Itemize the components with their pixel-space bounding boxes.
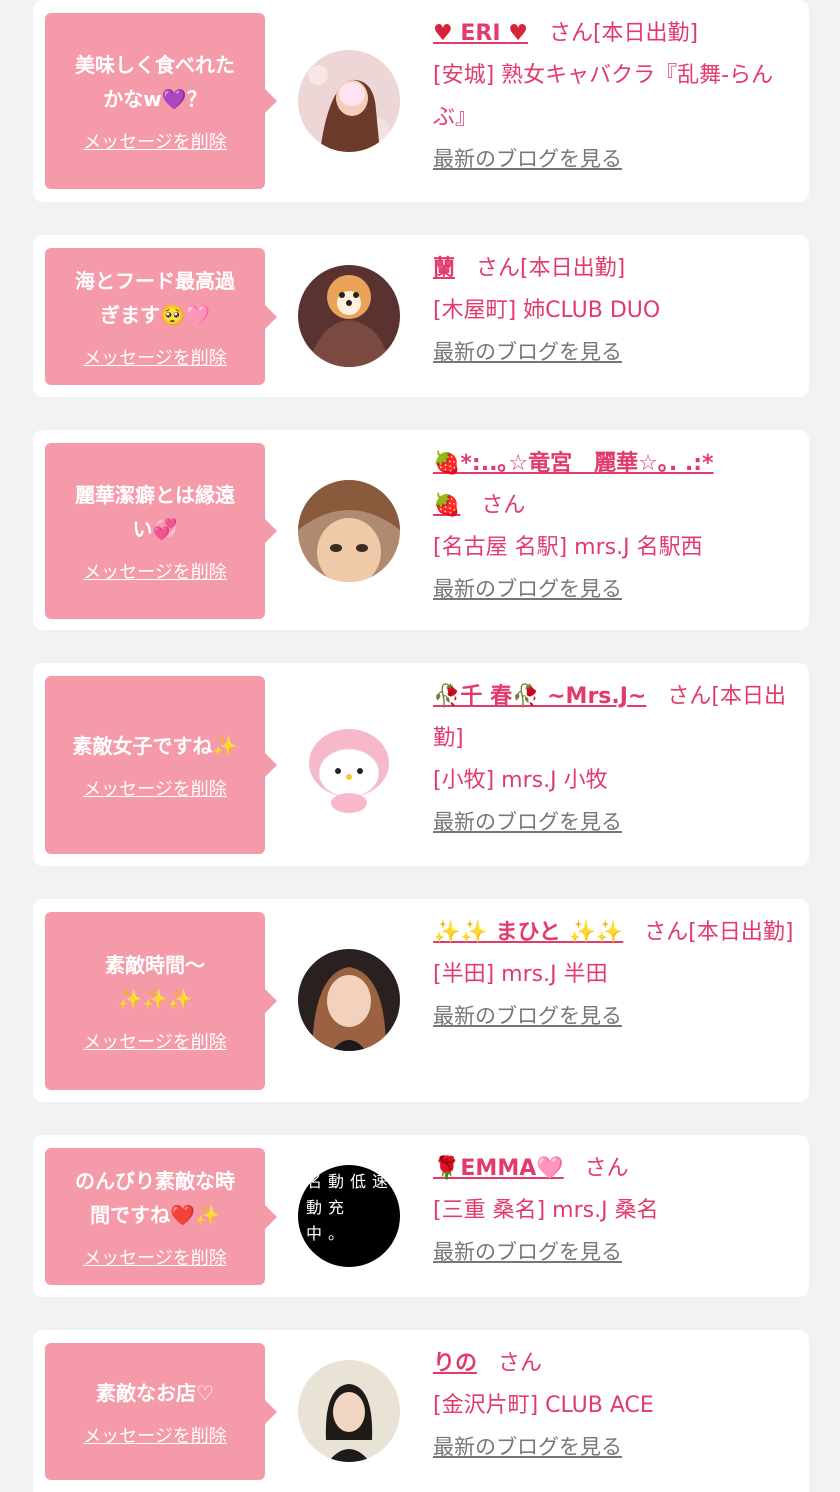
pleading-face-icon: 🥺: [160, 302, 185, 327]
store-name: [金沢片町] CLUB ACE: [433, 1393, 654, 1418]
woman-selfie-icon: [298, 480, 400, 582]
woman-headshot-icon: [298, 1360, 400, 1462]
pink-heart-icon: 🩷: [536, 1156, 564, 1181]
delete-message-button[interactable]: メッセージを削除: [83, 1028, 227, 1054]
message-text: 海とフード最高過 ぎます🥺🩷: [75, 268, 235, 327]
avatar[interactable]: [298, 713, 400, 815]
woman-photo-icon: [298, 50, 400, 152]
strawberry-icon: 🍓: [433, 493, 461, 518]
san-suffix: さん: [548, 21, 593, 46]
girl-name-link[interactable]: 🍓*:..｡☆竜宮 麗華☆｡. .:* 🍓: [433, 451, 714, 518]
status-label: [本日出勤]: [520, 256, 626, 281]
girl-name-link[interactable]: ♥ ERI ♥: [433, 21, 528, 46]
message-bubble: 美味しく食べれた かなw💜？ メッセージを削除: [45, 13, 277, 189]
sparkle-icon: ✨: [212, 734, 238, 758]
message-bubble: 素敵女子ですね✨ メッセージを削除: [45, 676, 277, 854]
delete-message-button[interactable]: メッセージを削除: [83, 1244, 227, 1270]
delete-message-button[interactable]: メッセージを削除: [83, 775, 227, 801]
red-heart-icon: ❤️: [170, 1202, 195, 1227]
woman-portrait-icon: [298, 949, 400, 1051]
san-suffix: さん: [667, 684, 712, 709]
store-name: [名古屋 名駅] mrs.J 名駅西: [433, 535, 703, 560]
rose-icon: 🌹: [433, 1156, 461, 1181]
store-name: [三重 桑名] mrs.J 桑名: [433, 1198, 659, 1223]
heart-icon: ♥: [508, 21, 528, 46]
delete-message-button[interactable]: メッセージを削除: [83, 1422, 227, 1448]
avatar[interactable]: [298, 949, 400, 1051]
message-card: のんびり素敵な時 間ですね❤️✨ メッセージを削除 名動低速 動充 中。 🌹EM…: [33, 1135, 809, 1297]
dog-filter-photo-icon: [298, 265, 400, 367]
avatar[interactable]: 名動低速 動充 中。: [298, 1165, 400, 1267]
message-card: 麗華潔癖とは縁遠 い💞 メッセージを削除 🍓*:..｡☆竜宮 麗華☆｡. .:*…: [33, 430, 809, 630]
girl-name-link[interactable]: ✨✨ まひと ✨✨: [433, 920, 623, 945]
message-text: 美味しく食べれた かなw💜？: [75, 53, 235, 111]
view-blog-link[interactable]: 最新のブログを見る: [433, 1427, 622, 1467]
message-bubble: 素敵なお店♡ メッセージを削除: [45, 1343, 277, 1480]
store-name: [半田] mrs.J 半田: [433, 962, 608, 987]
san-suffix: さん: [476, 256, 521, 281]
message-text: のんびり素敵な時 間ですね❤️✨: [75, 1168, 235, 1227]
message-text: 素敵なお店♡: [96, 1380, 214, 1405]
message-card: 海とフード最高過 ぎます🥺🩷 メッセージを削除 蘭 さん[本日出勤] [木屋町]…: [33, 235, 809, 397]
heart-icon: ♥: [433, 21, 453, 46]
store-name: [小牧] mrs.J 小牧: [433, 768, 608, 793]
message-bubble: 麗華潔癖とは縁遠 い💞 メッセージを削除: [45, 443, 277, 619]
delete-message-button[interactable]: メッセージを削除: [83, 344, 227, 370]
avatar[interactable]: [298, 50, 400, 152]
message-card: 素敵女子ですね✨ メッセージを削除 🥀千 春🥀 ~Mrs.J~ さん[本日出勤]…: [33, 663, 809, 866]
delete-message-button[interactable]: メッセージを削除: [83, 558, 227, 584]
girl-info: ♥ ERI ♥ さん[本日出勤] [安城] 熟女キャバクラ『乱舞-らんぶ』 最新…: [433, 13, 799, 179]
sparkle-icon: ✨✨: [433, 920, 488, 945]
sparkle-icon: ✨✨✨: [117, 987, 193, 1011]
delete-message-button[interactable]: メッセージを削除: [83, 128, 227, 154]
message-text: 素敵時間〜 ✨✨✨: [105, 953, 205, 1011]
avatar[interactable]: [298, 480, 400, 582]
san-suffix: さん: [644, 920, 689, 945]
san-suffix: さん: [498, 1351, 543, 1376]
girl-info: りの さん [金沢片町] CLUB ACE 最新のブログを見る: [433, 1343, 799, 1467]
text-image-icon: 名動低速 動充 中。: [306, 1172, 395, 1243]
san-suffix: さん: [481, 493, 526, 518]
girl-info: 蘭 さん[本日出勤] [木屋町] 姉CLUB DUO 最新のブログを見る: [433, 248, 799, 372]
status-label: [本日出勤]: [688, 920, 794, 945]
view-blog-link[interactable]: 最新のブログを見る: [433, 996, 622, 1036]
strawberry-icon: 🍓: [433, 451, 461, 476]
girl-info: ✨✨ まひと ✨✨ さん[本日出勤] [半田] mrs.J 半田 最新のブログを…: [433, 912, 799, 1036]
view-blog-link[interactable]: 最新のブログを見る: [433, 332, 622, 372]
view-blog-link[interactable]: 最新のブログを見る: [433, 569, 622, 609]
message-bubble: 海とフード最高過 ぎます🥺🩷 メッセージを削除: [45, 248, 277, 385]
view-blog-link[interactable]: 最新のブログを見る: [433, 802, 622, 842]
avatar[interactable]: [298, 1360, 400, 1462]
girl-info: 🥀千 春🥀 ~Mrs.J~ さん[本日出勤] [小牧] mrs.J 小牧 最新の…: [433, 676, 799, 842]
sparkle-icon: ✨: [195, 1202, 220, 1227]
pink-heart-icon: 🩷: [185, 302, 210, 327]
store-name: [安城] 熟女キャバクラ『乱舞-らんぶ』: [433, 63, 774, 130]
status-label: [本日出勤]: [592, 21, 699, 46]
avatar[interactable]: [298, 265, 400, 367]
message-card: 素敵なお店♡ メッセージを削除 りの さん [金沢片町] CLUB ACE 最新…: [33, 1330, 809, 1492]
message-list: 美味しく食べれた かなw💜？ メッセージを削除 ♥ ERI ♥ さん[本日出勤]…: [0, 0, 840, 1492]
store-name: [木屋町] 姉CLUB DUO: [433, 298, 661, 323]
view-blog-link[interactable]: 最新のブログを見る: [433, 1232, 622, 1272]
girl-info: 🍓*:..｡☆竜宮 麗華☆｡. .:* 🍓 さん [名古屋 名駅] mrs.J 名…: [433, 443, 799, 609]
view-blog-link[interactable]: 最新のブログを見る: [433, 139, 622, 179]
girl-info: 🌹EMMA🩷 さん [三重 桑名] mrs.J 桑名 最新のブログを見る: [433, 1148, 799, 1272]
girl-name-link[interactable]: 蘭: [433, 256, 455, 281]
wilted-rose-icon: 🥀: [433, 684, 461, 709]
girl-name-link[interactable]: 🥀千 春🥀 ~Mrs.J~: [433, 684, 646, 709]
message-card: 素敵時間〜 ✨✨✨ メッセージを削除 ✨✨ まひと ✨✨ さん[本日出勤] [半…: [33, 899, 809, 1102]
san-suffix: さん: [584, 1156, 629, 1181]
girl-name-link[interactable]: 🌹EMMA🩷: [433, 1156, 564, 1181]
message-text: 麗華潔癖とは縁遠 い💞: [75, 483, 235, 541]
two-hearts-icon: 💞: [152, 517, 178, 541]
message-bubble: のんびり素敵な時 間ですね❤️✨ メッセージを削除: [45, 1148, 277, 1285]
purple-heart-icon: 💜: [161, 87, 187, 111]
sparkle-icon: ✨✨: [568, 920, 624, 945]
girl-name-link[interactable]: りの: [433, 1351, 477, 1376]
message-text: 素敵女子ですね✨: [72, 734, 238, 758]
plush-doll-icon: [298, 713, 400, 815]
message-bubble: 素敵時間〜 ✨✨✨ メッセージを削除: [45, 912, 277, 1090]
message-card: 美味しく食べれた かなw💜？ メッセージを削除 ♥ ERI ♥ さん[本日出勤]…: [33, 0, 809, 202]
